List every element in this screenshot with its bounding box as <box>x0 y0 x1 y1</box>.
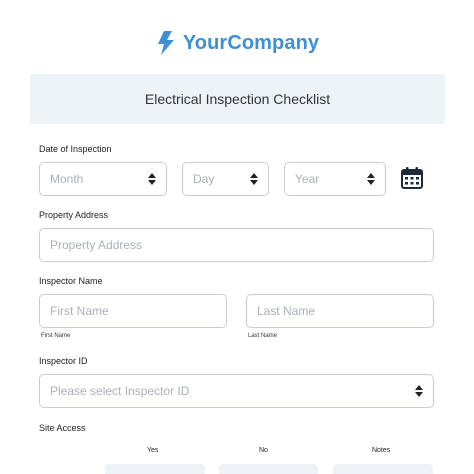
form-title: Electrical Inspection Checklist <box>144 91 331 107</box>
site-access-yes-cell[interactable] <box>105 464 205 474</box>
brand-logo: YourCompany <box>0 30 474 56</box>
column-header-yes: Yes <box>147 447 159 454</box>
year-select[interactable]: Year <box>284 162 386 196</box>
inspector-id-select[interactable]: Please select Inspector ID <box>39 374 434 408</box>
last-name-placeholder: Last Name <box>257 304 316 318</box>
last-name-input[interactable]: Last Name <box>246 294 434 328</box>
column-header-no: No <box>259 447 268 454</box>
site-access-label: Site Access <box>39 423 86 433</box>
site-access-no-cell[interactable] <box>219 464 318 474</box>
first-name-sublabel: First Name <box>41 333 71 339</box>
brand-name: YourCompany <box>182 31 320 54</box>
select-arrows-icon <box>249 172 259 186</box>
day-select[interactable]: Day <box>182 162 269 196</box>
first-name-placeholder: First Name <box>50 304 109 318</box>
calendar-icon[interactable] <box>400 166 424 190</box>
day-placeholder: Day <box>193 172 215 186</box>
first-name-input[interactable]: First Name <box>39 294 227 328</box>
property-address-input[interactable]: Property Address <box>39 228 434 262</box>
property-address-placeholder: Property Address <box>50 238 143 252</box>
last-name-sublabel: Last Name <box>248 333 278 339</box>
year-placeholder: Year <box>295 172 320 186</box>
inspector-id-label: Inspector ID <box>39 356 88 366</box>
inspector-id-placeholder: Please select Inspector ID <box>50 384 190 398</box>
select-arrows-icon <box>414 384 424 398</box>
month-select[interactable]: Month <box>39 162 167 196</box>
inspector-name-label: Inspector Name <box>39 276 103 286</box>
column-header-notes: Notes <box>372 447 391 454</box>
lightning-bolt-icon <box>157 31 174 55</box>
property-address-label: Property Address <box>39 210 109 220</box>
site-access-notes-cell[interactable] <box>333 464 433 474</box>
select-arrows-icon <box>147 172 157 186</box>
form-header: Electrical Inspection Checklist <box>30 74 445 124</box>
month-placeholder: Month <box>50 172 84 186</box>
select-arrows-icon <box>366 172 376 186</box>
date-of-inspection-label: Date of Inspection <box>39 144 112 154</box>
